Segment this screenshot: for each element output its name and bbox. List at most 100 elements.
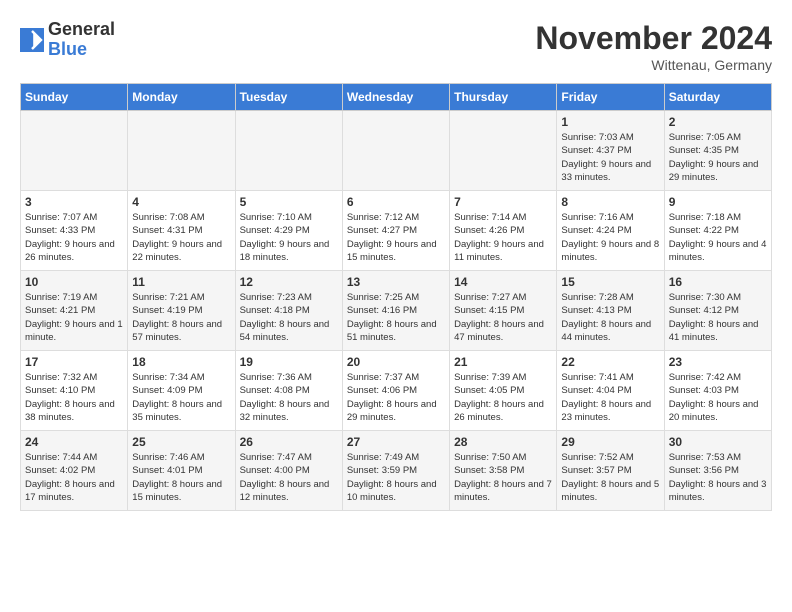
- day-header-wednesday: Wednesday: [342, 84, 449, 111]
- page-header: General Blue November 2024 Wittenau, Ger…: [20, 20, 772, 73]
- calendar-cell: 5 Sunrise: 7:10 AM Sunset: 4:29 PM Daylig…: [235, 191, 342, 271]
- calendar-cell: 23 Sunrise: 7:42 AM Sunset: 4:03 PM Dayli…: [664, 351, 771, 431]
- day-number: 21: [454, 355, 552, 369]
- day-info: Sunrise: 7:52 AM Sunset: 3:57 PM Dayligh…: [561, 451, 659, 504]
- day-number: 15: [561, 275, 659, 289]
- day-info: Sunrise: 7:07 AM Sunset: 4:33 PM Dayligh…: [25, 211, 123, 264]
- day-info: Sunrise: 7:50 AM Sunset: 3:58 PM Dayligh…: [454, 451, 552, 504]
- day-number: 19: [240, 355, 338, 369]
- day-info: Sunrise: 7:23 AM Sunset: 4:18 PM Dayligh…: [240, 291, 338, 344]
- day-info: Sunrise: 7:30 AM Sunset: 4:12 PM Dayligh…: [669, 291, 767, 344]
- day-info: Sunrise: 7:32 AM Sunset: 4:10 PM Dayligh…: [25, 371, 123, 424]
- day-info: Sunrise: 7:39 AM Sunset: 4:05 PM Dayligh…: [454, 371, 552, 424]
- day-header-saturday: Saturday: [664, 84, 771, 111]
- day-number: 4: [132, 195, 230, 209]
- day-number: 5: [240, 195, 338, 209]
- day-header-tuesday: Tuesday: [235, 84, 342, 111]
- calendar-cell: 3 Sunrise: 7:07 AM Sunset: 4:33 PM Daylig…: [21, 191, 128, 271]
- day-info: Sunrise: 7:44 AM Sunset: 4:02 PM Dayligh…: [25, 451, 123, 504]
- logo: General Blue: [20, 20, 115, 60]
- calendar-cell: 24Sunrise: 7:44 AM Sunset: 4:02 PM Dayli…: [21, 431, 128, 511]
- day-header-friday: Friday: [557, 84, 664, 111]
- calendar-cell: [450, 111, 557, 191]
- calendar-cell: 29 Sunrise: 7:52 AM Sunset: 3:57 PM Dayli…: [557, 431, 664, 511]
- day-info: Sunrise: 7:03 AM Sunset: 4:37 PM Dayligh…: [561, 131, 659, 184]
- day-number: 12: [240, 275, 338, 289]
- day-info: Sunrise: 7:21 AM Sunset: 4:19 PM Dayligh…: [132, 291, 230, 344]
- day-number: 17: [25, 355, 123, 369]
- day-info: Sunrise: 7:12 AM Sunset: 4:27 PM Dayligh…: [347, 211, 445, 264]
- day-header-monday: Monday: [128, 84, 235, 111]
- day-info: Sunrise: 7:27 AM Sunset: 4:15 PM Dayligh…: [454, 291, 552, 344]
- day-number: 26: [240, 435, 338, 449]
- day-number: 27: [347, 435, 445, 449]
- day-number: 25: [132, 435, 230, 449]
- day-info: Sunrise: 7:19 AM Sunset: 4:21 PM Dayligh…: [25, 291, 123, 344]
- calendar-cell: 8 Sunrise: 7:16 AM Sunset: 4:24 PM Daylig…: [557, 191, 664, 271]
- day-number: 6: [347, 195, 445, 209]
- day-number: 16: [669, 275, 767, 289]
- day-number: 7: [454, 195, 552, 209]
- location: Wittenau, Germany: [535, 57, 772, 73]
- day-info: Sunrise: 7:18 AM Sunset: 4:22 PM Dayligh…: [669, 211, 767, 264]
- calendar-cell: 12 Sunrise: 7:23 AM Sunset: 4:18 PM Dayli…: [235, 271, 342, 351]
- calendar-table: SundayMondayTuesdayWednesdayThursdayFrid…: [20, 83, 772, 511]
- calendar-cell: 20 Sunrise: 7:37 AM Sunset: 4:06 PM Dayli…: [342, 351, 449, 431]
- day-info: Sunrise: 7:16 AM Sunset: 4:24 PM Dayligh…: [561, 211, 659, 264]
- calendar-cell: 18 Sunrise: 7:34 AM Sunset: 4:09 PM Dayli…: [128, 351, 235, 431]
- calendar-cell: 22 Sunrise: 7:41 AM Sunset: 4:04 PM Dayli…: [557, 351, 664, 431]
- day-info: Sunrise: 7:46 AM Sunset: 4:01 PM Dayligh…: [132, 451, 230, 504]
- day-number: 22: [561, 355, 659, 369]
- calendar-week-2: 3 Sunrise: 7:07 AM Sunset: 4:33 PM Daylig…: [21, 191, 772, 271]
- day-info: Sunrise: 7:05 AM Sunset: 4:35 PM Dayligh…: [669, 131, 767, 184]
- day-number: 1: [561, 115, 659, 129]
- calendar-week-5: 24Sunrise: 7:44 AM Sunset: 4:02 PM Dayli…: [21, 431, 772, 511]
- month-title: November 2024: [535, 20, 772, 57]
- calendar-cell: 13Sunrise: 7:25 AM Sunset: 4:16 PM Dayli…: [342, 271, 449, 351]
- calendar-cell: 14Sunrise: 7:27 AM Sunset: 4:15 PM Dayli…: [450, 271, 557, 351]
- day-info: Sunrise: 7:37 AM Sunset: 4:06 PM Dayligh…: [347, 371, 445, 424]
- day-info: Sunrise: 7:53 AM Sunset: 3:56 PM Dayligh…: [669, 451, 767, 504]
- day-number: 9: [669, 195, 767, 209]
- calendar-cell: [128, 111, 235, 191]
- calendar-cell: 26 Sunrise: 7:47 AM Sunset: 4:00 PM Dayli…: [235, 431, 342, 511]
- day-header-sunday: Sunday: [21, 84, 128, 111]
- calendar-week-1: 1 Sunrise: 7:03 AM Sunset: 4:37 PM Daylig…: [21, 111, 772, 191]
- day-number: 8: [561, 195, 659, 209]
- day-number: 29: [561, 435, 659, 449]
- day-info: Sunrise: 7:42 AM Sunset: 4:03 PM Dayligh…: [669, 371, 767, 424]
- day-info: Sunrise: 7:08 AM Sunset: 4:31 PM Dayligh…: [132, 211, 230, 264]
- title-area: November 2024 Wittenau, Germany: [535, 20, 772, 73]
- day-header-thursday: Thursday: [450, 84, 557, 111]
- day-number: 28: [454, 435, 552, 449]
- calendar-week-4: 17 Sunrise: 7:32 AM Sunset: 4:10 PM Dayli…: [21, 351, 772, 431]
- day-info: Sunrise: 7:36 AM Sunset: 4:08 PM Dayligh…: [240, 371, 338, 424]
- day-info: Sunrise: 7:41 AM Sunset: 4:04 PM Dayligh…: [561, 371, 659, 424]
- calendar-cell: 9 Sunrise: 7:18 AM Sunset: 4:22 PM Daylig…: [664, 191, 771, 271]
- day-info: Sunrise: 7:34 AM Sunset: 4:09 PM Dayligh…: [132, 371, 230, 424]
- day-number: 3: [25, 195, 123, 209]
- day-info: Sunrise: 7:10 AM Sunset: 4:29 PM Dayligh…: [240, 211, 338, 264]
- day-number: 18: [132, 355, 230, 369]
- day-number: 23: [669, 355, 767, 369]
- calendar-header-row: SundayMondayTuesdayWednesdayThursdayFrid…: [21, 84, 772, 111]
- calendar-cell: [21, 111, 128, 191]
- logo-icon: [20, 28, 44, 52]
- day-number: 20: [347, 355, 445, 369]
- calendar-cell: 2Sunrise: 7:05 AM Sunset: 4:35 PM Daylig…: [664, 111, 771, 191]
- calendar-cell: 11 Sunrise: 7:21 AM Sunset: 4:19 PM Dayli…: [128, 271, 235, 351]
- calendar-cell: 25 Sunrise: 7:46 AM Sunset: 4:01 PM Dayli…: [128, 431, 235, 511]
- day-info: Sunrise: 7:49 AM Sunset: 3:59 PM Dayligh…: [347, 451, 445, 504]
- day-info: Sunrise: 7:25 AM Sunset: 4:16 PM Dayligh…: [347, 291, 445, 344]
- logo-general: General: [48, 19, 115, 39]
- logo-text: General Blue: [48, 20, 115, 60]
- day-info: Sunrise: 7:47 AM Sunset: 4:00 PM Dayligh…: [240, 451, 338, 504]
- day-number: 11: [132, 275, 230, 289]
- calendar-cell: 16 Sunrise: 7:30 AM Sunset: 4:12 PM Dayli…: [664, 271, 771, 351]
- calendar-cell: 27 Sunrise: 7:49 AM Sunset: 3:59 PM Dayli…: [342, 431, 449, 511]
- calendar-cell: [342, 111, 449, 191]
- calendar-cell: 10Sunrise: 7:19 AM Sunset: 4:21 PM Dayli…: [21, 271, 128, 351]
- calendar-cell: 21 Sunrise: 7:39 AM Sunset: 4:05 PM Dayli…: [450, 351, 557, 431]
- calendar-cell: 6 Sunrise: 7:12 AM Sunset: 4:27 PM Daylig…: [342, 191, 449, 271]
- day-number: 30: [669, 435, 767, 449]
